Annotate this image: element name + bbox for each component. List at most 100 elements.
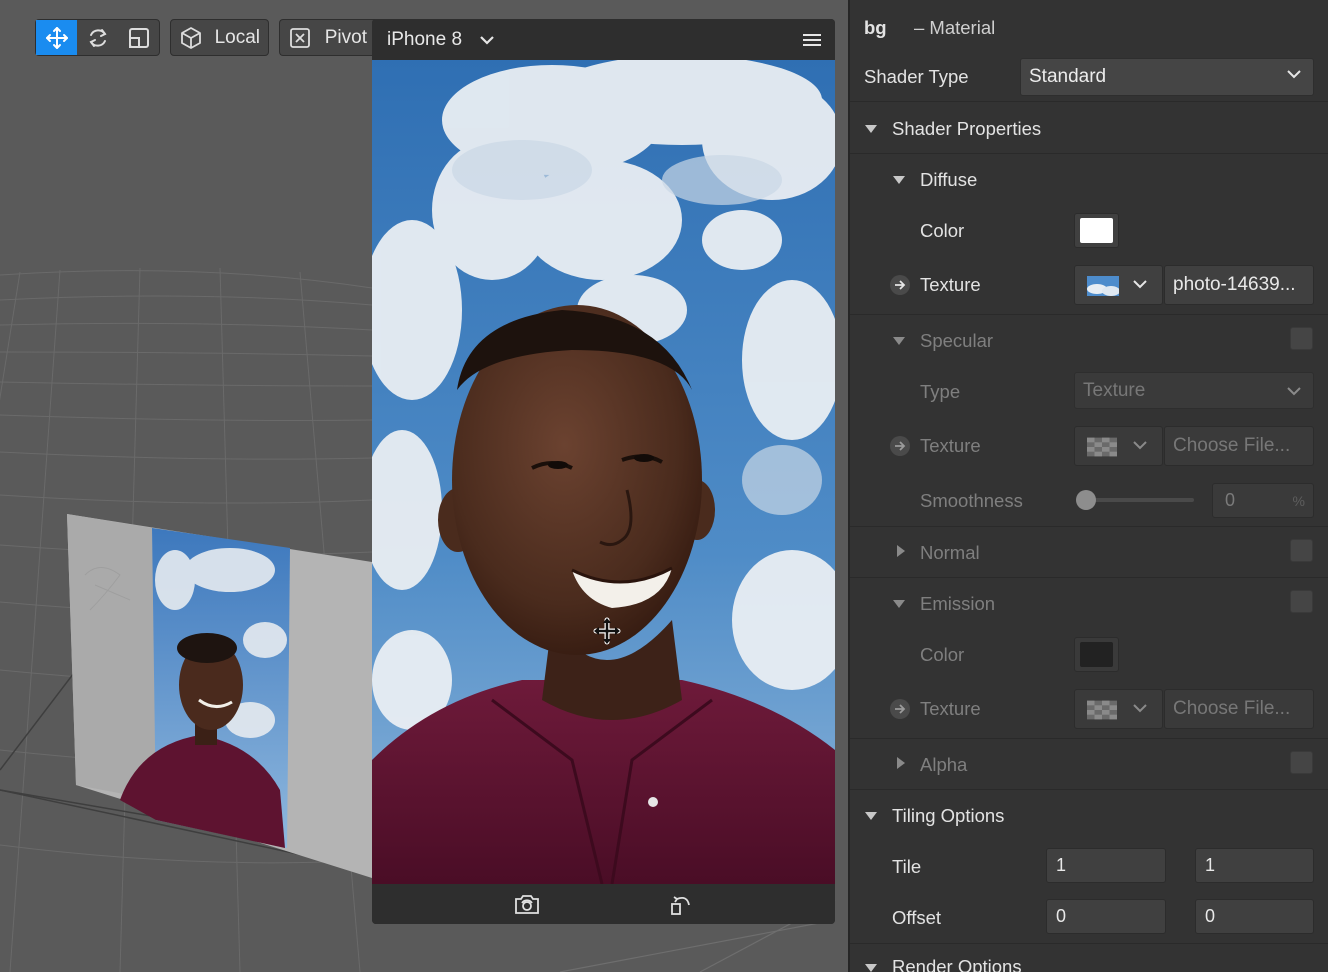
offset-y-input[interactable]: 0 [1195, 899, 1314, 934]
local-label: Local [214, 26, 260, 48]
shader-type-select[interactable]: Standard [1020, 58, 1314, 96]
device-screen[interactable] [372, 60, 835, 884]
diffuse-texture-label: Texture [920, 274, 981, 295]
tile-x-input[interactable]: 1 [1046, 848, 1166, 883]
specular-label: Specular [920, 330, 994, 351]
specular-section[interactable]: Specular [850, 316, 1328, 365]
tiling-options-label: Tiling Options [892, 805, 1005, 826]
smoothness-value: 0 [1225, 490, 1236, 510]
emission-texture-file[interactable]: Choose File... [1164, 689, 1314, 729]
normal-section[interactable]: Normal [850, 528, 1328, 578]
diffuse-label: Diffuse [920, 169, 978, 190]
pivot-label: Pivot [324, 26, 367, 48]
device-preview-header: iPhone 8 [372, 19, 835, 60]
shader-type-value: Standard [1029, 66, 1107, 87]
diffuse-texture-picker[interactable] [1074, 265, 1163, 305]
alpha-checkbox[interactable] [1290, 751, 1313, 774]
pivot-toggle-button[interactable]: Pivot [279, 19, 375, 56]
diffuse-texture-row: Texture photo-14639... [850, 256, 1328, 315]
smoothness-slider-knob[interactable] [1076, 490, 1096, 510]
device-preview-footer [372, 884, 835, 924]
render-options-section[interactable]: Render Options [850, 945, 1328, 972]
shader-properties-section[interactable]: Shader Properties [850, 103, 1328, 154]
expand-triangle-icon [897, 757, 905, 769]
collapse-triangle-icon [893, 176, 905, 184]
specular-texture-row: Texture Choose File... [850, 418, 1328, 474]
specular-type-value: Texture [1083, 379, 1146, 401]
sky-thumbnail-icon [1087, 276, 1119, 296]
diffuse-texture-file[interactable]: photo-14639... [1164, 265, 1314, 305]
emission-color-picker[interactable] [1074, 637, 1119, 672]
move-icon [45, 26, 68, 49]
pivot-box-icon [280, 20, 321, 55]
camera-feed-image [372, 60, 835, 884]
emission-section[interactable]: Emission [850, 579, 1328, 628]
checker-thumbnail-icon [1087, 437, 1117, 457]
chevron-down-icon [1133, 441, 1147, 450]
tile-label: Tile [892, 856, 922, 877]
chevron-down-icon [1133, 280, 1147, 289]
collapse-triangle-icon [865, 812, 877, 820]
chevron-down-icon [1287, 70, 1301, 79]
diffuse-color-swatch [1080, 218, 1113, 243]
scale-icon [128, 27, 149, 48]
collapse-triangle-icon [893, 337, 905, 345]
diffuse-section[interactable]: Diffuse [850, 155, 1328, 204]
scene-viewport[interactable]: Local Pivot iPhone 8 [0, 0, 848, 972]
smoothness-input[interactable]: 0 % [1212, 483, 1314, 518]
scale-tool-button[interactable] [118, 20, 159, 55]
alpha-section[interactable]: Alpha [850, 740, 1328, 790]
emission-texture-label: Texture [920, 698, 981, 719]
specular-texture-picker[interactable] [1074, 426, 1163, 466]
render-options-label: Render Options [892, 956, 1022, 972]
hamburger-menu-icon[interactable] [803, 33, 821, 47]
scene-plane[interactable] [0, 0, 372, 900]
device-select-label[interactable]: iPhone 8 [387, 29, 462, 51]
offset-row: Offset 0 0 [850, 893, 1328, 944]
rotate-tool-button[interactable] [77, 20, 118, 55]
tile-y-input[interactable]: 1 [1195, 848, 1314, 883]
inspector-header: bg – Material [850, 0, 1328, 55]
cube-icon [171, 20, 211, 55]
object-name: bg [864, 17, 887, 38]
specular-texture-label: Texture [920, 435, 981, 456]
specular-type-select[interactable]: Texture [1074, 372, 1314, 409]
collapse-triangle-icon [865, 125, 877, 133]
tiling-options-section[interactable]: Tiling Options [850, 791, 1328, 840]
transform-tools [35, 19, 160, 56]
emission-checkbox[interactable] [1290, 590, 1313, 613]
rotate-device-button[interactable] [666, 890, 696, 918]
app-window: Local Pivot iPhone 8 bg – Material Shade… [0, 0, 1328, 972]
specular-type-label: Type [920, 381, 961, 402]
collapse-triangle-icon [893, 600, 905, 608]
link-arrow-icon[interactable] [890, 699, 910, 719]
normal-checkbox[interactable] [1290, 539, 1313, 562]
diffuse-color-label: Color [920, 220, 965, 241]
rotate-device-icon [671, 896, 690, 915]
switch-camera-button[interactable] [512, 890, 542, 918]
checker-thumbnail-icon [1087, 700, 1117, 720]
specular-texture-file[interactable]: Choose File... [1164, 426, 1314, 466]
alpha-label: Alpha [920, 754, 968, 775]
switch-camera-icon [515, 895, 539, 914]
move-tool-button[interactable] [36, 20, 77, 55]
chevron-down-icon[interactable] [480, 35, 494, 45]
link-arrow-icon[interactable] [890, 275, 910, 295]
smoothness-label: Smoothness [920, 490, 1023, 511]
expand-triangle-icon [897, 545, 905, 557]
emission-label: Emission [920, 593, 996, 614]
emission-texture-picker[interactable] [1074, 689, 1163, 729]
collapse-triangle-icon [865, 964, 877, 972]
emission-color-row: Color [850, 629, 1328, 680]
specular-checkbox[interactable] [1290, 327, 1313, 350]
link-arrow-icon[interactable] [890, 436, 910, 456]
shader-properties-label: Shader Properties [892, 118, 1042, 139]
smoothness-unit: % [1292, 492, 1305, 509]
tile-row: Tile 1 1 [850, 841, 1328, 892]
shader-type-row: Shader Type Standard [850, 55, 1328, 102]
diffuse-color-picker[interactable] [1074, 213, 1119, 248]
smoothness-slider-track[interactable] [1082, 498, 1194, 502]
offset-x-input[interactable]: 0 [1046, 899, 1166, 934]
local-toggle-button[interactable]: Local [170, 19, 269, 56]
move-cursor-icon [593, 617, 621, 645]
